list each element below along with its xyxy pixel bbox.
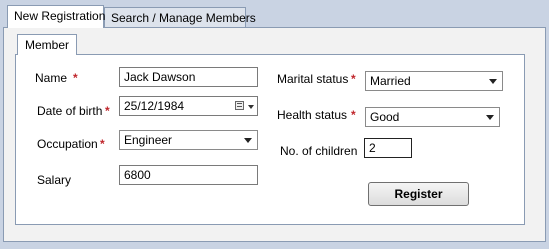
health-status-value: Good (370, 110, 400, 124)
dob-label: Date of birth (37, 104, 103, 118)
chevron-down-icon (486, 115, 494, 120)
marital-status-value: Married (370, 74, 411, 88)
occupation-label: Occupation (37, 137, 98, 151)
health-status-label: Health status (277, 108, 348, 122)
health-required-marker: * (351, 108, 356, 122)
marital-status-select[interactable]: Married (365, 71, 503, 91)
children-label: No. of children (280, 144, 358, 158)
calendar-icon (235, 101, 244, 110)
name-required-marker: * (73, 71, 78, 85)
marital-required-marker: * (351, 72, 356, 86)
tab-bar: New Registration Search / Manage Members (0, 0, 549, 28)
chevron-down-icon (244, 138, 252, 143)
dob-required-marker: * (105, 104, 110, 118)
register-button[interactable]: Register (368, 182, 469, 206)
chevron-down-icon (489, 79, 497, 84)
name-input[interactable]: Jack Dawson (119, 67, 258, 87)
health-status-select[interactable]: Good (365, 107, 500, 127)
name-label: Name (35, 71, 68, 85)
occupation-required-marker: * (100, 137, 105, 151)
tab-search-manage-members[interactable]: Search / Manage Members (104, 7, 256, 27)
occupation-select[interactable]: Engineer (119, 130, 258, 150)
occupation-value: Engineer (124, 133, 173, 147)
group-tab-member: Member (17, 34, 77, 55)
children-input[interactable]: 2 (364, 138, 412, 158)
tab-new-registration[interactable]: New Registration (7, 5, 105, 28)
salary-input[interactable]: 6800 (119, 165, 258, 185)
chevron-down-icon (248, 105, 254, 109)
marital-status-label: Marital status (277, 72, 349, 86)
dob-value: 25/12/1984 (124, 99, 185, 113)
salary-label: Salary (37, 173, 72, 187)
dob-date-picker[interactable]: 25/12/1984 (119, 96, 258, 116)
